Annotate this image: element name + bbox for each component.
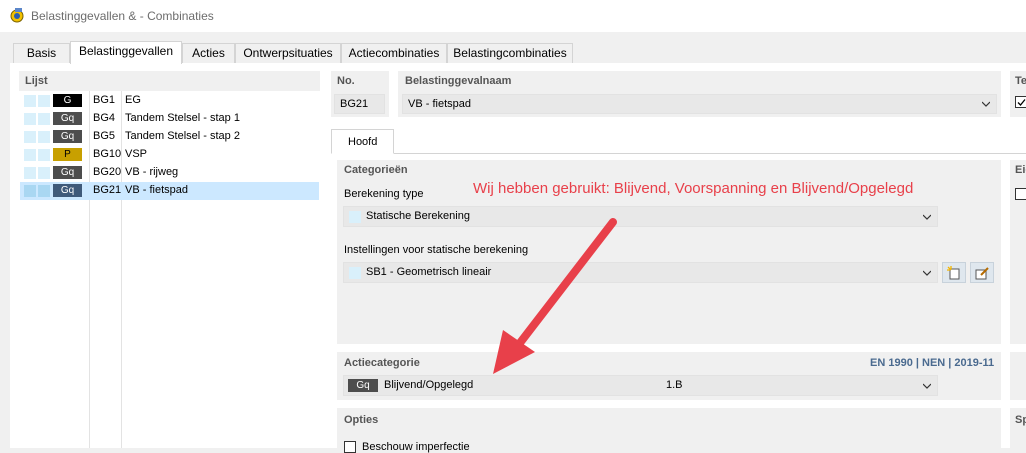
category-badge: P <box>53 148 82 161</box>
tab-basis[interactable]: Basis <box>13 43 70 63</box>
categories-title: Categorieën <box>344 164 408 176</box>
checkbox[interactable] <box>1015 96 1026 108</box>
calc-type-select[interactable]: Statische Berekening <box>343 206 938 227</box>
color-swatch <box>38 95 50 107</box>
tab-acties[interactable]: Acties <box>182 43 235 63</box>
list-item[interactable]: Gq BG5 Tandem Stelsel - stap 2 <box>20 128 319 146</box>
color-swatch <box>38 131 50 143</box>
list-item-no: BG5 <box>93 130 116 142</box>
right-cut-sp: Sp <box>1015 414 1026 426</box>
color-swatch <box>24 167 36 179</box>
category-badge: Gq <box>53 166 82 179</box>
tab-belastinggevallen[interactable]: Belastinggevallen <box>70 41 182 64</box>
category-badge: Gq <box>348 379 378 392</box>
color-swatch <box>24 113 36 125</box>
color-swatch <box>24 95 36 107</box>
action-category-select[interactable]: Gq Blijvend/Opgelegd 1.B <box>343 375 938 396</box>
list-title: Lijst <box>25 75 48 87</box>
list-item-no: BG4 <box>93 112 116 124</box>
color-swatch <box>38 113 50 125</box>
list-item-no: BG21 <box>93 184 122 196</box>
calc-type-value: Statische Berekening <box>366 210 470 222</box>
no-label: No. <box>337 75 355 87</box>
annotation-arrow-icon <box>493 218 617 374</box>
category-badge: G <box>53 94 82 107</box>
no-field[interactable]: BG21 <box>334 94 385 114</box>
action-category-title: Actiecategorie <box>344 357 420 369</box>
right-panel-cut <box>1010 352 1026 400</box>
static-settings-value: SB1 - Geometrisch lineair <box>366 266 492 278</box>
static-settings-select[interactable]: SB1 - Geometrisch lineair <box>343 262 938 283</box>
list-item-name: Tandem Stelsel - stap 2 <box>125 130 240 142</box>
chevron-down-icon <box>923 214 931 220</box>
tab-ontwerpsituaties[interactable]: Ontwerpsituaties <box>235 43 341 63</box>
list-item-no: BG10 <box>93 148 122 160</box>
window-title: Belastinggevallen & - Combinaties <box>31 9 214 23</box>
list-item-name: EG <box>125 94 141 106</box>
color-swatch <box>38 185 50 197</box>
edit-settings-button[interactable] <box>970 262 994 283</box>
right-cut-eig: Eig <box>1015 164 1026 176</box>
color-swatch <box>24 131 36 143</box>
calc-type-label: Berekening type <box>344 188 424 200</box>
right-cut-label: Te <box>1015 75 1026 87</box>
color-swatch <box>24 149 36 161</box>
list-item-no: BG1 <box>93 94 116 106</box>
imperfection-checkbox[interactable] <box>344 441 356 453</box>
color-swatch <box>349 267 361 279</box>
list-item[interactable]: Gq BG4 Tandem Stelsel - stap 1 <box>20 110 319 128</box>
list-item-name: VSP <box>125 148 148 160</box>
list-item-name: VB - rijweg <box>125 166 179 178</box>
checkbox[interactable] <box>1015 188 1026 200</box>
tab-hoofd[interactable]: Hoofd <box>331 129 394 154</box>
list-item-name: VB - fietspad <box>125 184 188 196</box>
annotation-text: Wij hebben gebruikt: Blijvend, Voorspann… <box>473 180 914 197</box>
app-logo-icon <box>10 8 24 23</box>
list-item[interactable]: G BG1 EG <box>20 92 319 110</box>
options-title: Opties <box>344 414 379 426</box>
list-header <box>19 71 320 91</box>
list-item-no: BG20 <box>93 166 122 178</box>
color-swatch <box>38 167 50 179</box>
checkmark-icon <box>1017 99 1026 106</box>
tab-actiecombinaties[interactable]: Actiecombinaties <box>341 43 447 63</box>
tab-belastingcombinaties[interactable]: Belastingcombinaties <box>447 43 573 63</box>
color-swatch <box>38 149 50 161</box>
subtab-divider <box>331 153 1026 154</box>
new-document-icon <box>947 266 960 280</box>
category-badge: Gq <box>53 112 82 125</box>
edit-document-icon <box>975 267 989 280</box>
action-category-code: 1.B <box>666 379 683 391</box>
chevron-down-icon <box>923 270 931 276</box>
new-settings-button[interactable] <box>942 262 966 283</box>
list-item-name: Tandem Stelsel - stap 1 <box>125 112 240 124</box>
name-select[interactable]: VB - fietspad <box>402 94 997 114</box>
list-item[interactable]: Gq BG20 VB - rijweg <box>20 164 319 182</box>
imperfection-label: Beschouw imperfectie <box>362 441 470 453</box>
chevron-down-icon <box>923 383 931 389</box>
norm-label: EN 1990 | NEN | 2019-11 <box>870 357 995 369</box>
chevron-down-icon <box>982 101 990 107</box>
name-value: VB - fietspad <box>408 98 471 110</box>
color-swatch <box>349 211 361 223</box>
color-swatch <box>24 185 36 197</box>
category-badge: Gq <box>53 184 82 197</box>
name-label: Belastinggevalnaam <box>405 75 512 87</box>
tab-hoofd-label: Hoofd <box>348 136 378 148</box>
category-badge: Gq <box>53 130 82 143</box>
list-item-selected[interactable]: Gq BG21 VB - fietspad <box>20 182 319 200</box>
list-item[interactable]: P BG10 VSP <box>20 146 319 164</box>
action-category-value: Blijvend/Opgelegd <box>384 379 474 391</box>
